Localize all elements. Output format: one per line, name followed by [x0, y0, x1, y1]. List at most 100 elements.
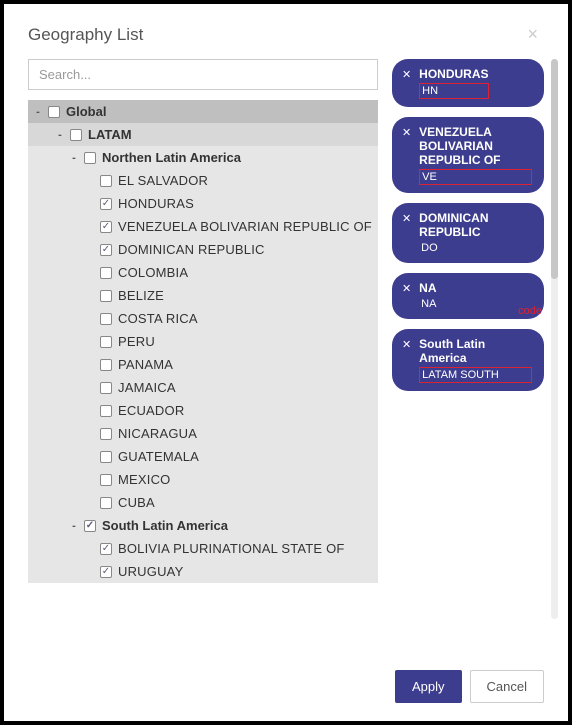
tree-node-group[interactable]: - South Latin America	[28, 514, 378, 537]
checkbox[interactable]	[100, 428, 112, 440]
tree-node-item[interactable]: MEXICO	[28, 468, 378, 491]
tree-label: Global	[66, 104, 106, 119]
scrollbar-track[interactable]	[551, 59, 558, 619]
tree-label: EL SALVADOR	[118, 173, 208, 188]
checkbox[interactable]	[100, 267, 112, 279]
checkbox[interactable]	[100, 543, 112, 555]
checkbox[interactable]	[100, 566, 112, 578]
checkbox[interactable]	[100, 359, 112, 371]
tree-node-item[interactable]: PERU	[28, 330, 378, 353]
chip-body: NA NA	[419, 281, 438, 311]
tree-node-item[interactable]: BOLIVIA PLURINATIONAL STATE OF	[28, 537, 378, 560]
checkbox[interactable]	[70, 129, 82, 141]
tree-label: LATAM	[88, 127, 132, 142]
tree-node-item[interactable]: URUGUAY	[28, 560, 378, 583]
remove-icon[interactable]: ✕	[402, 67, 411, 82]
collapse-icon[interactable]: -	[34, 106, 42, 118]
modal-title: Geography List	[28, 25, 143, 45]
chip-body: South Latin America LATAM SOUTH	[419, 337, 532, 383]
tree-node-item[interactable]: PANAMA	[28, 353, 378, 376]
tree-label: PERU	[118, 334, 155, 349]
collapse-icon[interactable]: -	[70, 152, 78, 164]
chip-name: HONDURAS	[419, 67, 488, 81]
tree-label: DOMINICAN REPUBLIC	[118, 242, 265, 257]
apply-button[interactable]: Apply	[395, 670, 462, 703]
tree-label: PANAMA	[118, 357, 173, 372]
remove-icon[interactable]: ✕	[402, 125, 411, 140]
chip-body: VENEZUELA BOLIVARIAN REPUBLIC OF VE	[419, 125, 532, 185]
tree-node-global[interactable]: - Global	[28, 100, 378, 123]
scrollbar-thumb[interactable]	[551, 59, 558, 279]
tree-label: NICARAGUA	[118, 426, 197, 441]
tree-label: JAMAICA	[118, 380, 176, 395]
tree-label: VENEZUELA BOLIVARIAN REPUBLIC OF	[118, 219, 372, 234]
cancel-button[interactable]: Cancel	[470, 670, 544, 703]
tree-label: COLOMBIA	[118, 265, 188, 280]
checkbox[interactable]	[100, 198, 112, 210]
tree-label: MEXICO	[118, 472, 170, 487]
checkbox[interactable]	[100, 474, 112, 486]
search-input[interactable]	[28, 59, 378, 90]
tree-label: COSTA RICA	[118, 311, 198, 326]
checkbox[interactable]	[100, 290, 112, 302]
collapse-icon[interactable]: -	[56, 129, 64, 141]
checkbox[interactable]	[84, 520, 96, 532]
remove-icon[interactable]: ✕	[402, 337, 411, 352]
remove-icon[interactable]: ✕	[402, 281, 411, 296]
checkbox[interactable]	[100, 382, 112, 394]
chip-code: VE	[419, 169, 532, 185]
tree-node-item[interactable]: ECUADOR	[28, 399, 378, 422]
tree-node-item[interactable]: COLOMBIA	[28, 261, 378, 284]
checkbox[interactable]	[100, 175, 112, 187]
chip-name: VENEZUELA BOLIVARIAN REPUBLIC OF	[419, 125, 532, 167]
checkbox[interactable]	[100, 451, 112, 463]
modal-footer: Apply Cancel	[4, 652, 568, 721]
close-icon[interactable]: ×	[521, 22, 544, 47]
tree-label: Northen Latin America	[102, 150, 241, 165]
chip-code: LATAM SOUTH	[419, 367, 532, 383]
collapse-icon[interactable]: -	[70, 520, 78, 532]
selected-chip: ✕ HONDURAS HN	[392, 59, 544, 107]
checkbox[interactable]	[100, 497, 112, 509]
tree-label: BOLIVIA PLURINATIONAL STATE OF	[118, 541, 345, 556]
tree-node-item[interactable]: JAMAICA	[28, 376, 378, 399]
tree-node-item[interactable]: HONDURAS	[28, 192, 378, 215]
tree-label: GUATEMALA	[118, 449, 199, 464]
tree-node-item[interactable]: VENEZUELA BOLIVARIAN REPUBLIC OF	[28, 215, 378, 238]
checkbox[interactable]	[100, 405, 112, 417]
tree-node-latam[interactable]: - LATAM	[28, 123, 378, 146]
chip-code: NA	[419, 297, 438, 311]
annotation-code: code	[518, 305, 542, 317]
chip-name: DOMINICAN REPUBLIC	[419, 211, 532, 239]
chip-name: South Latin America	[419, 337, 532, 365]
chip-code: DO	[419, 241, 532, 255]
remove-icon[interactable]: ✕	[402, 211, 411, 226]
checkbox[interactable]	[100, 244, 112, 256]
tree-node-item[interactable]: NICARAGUA	[28, 422, 378, 445]
modal-header: Geography List ×	[4, 4, 568, 59]
tree-label: URUGUAY	[118, 564, 183, 579]
tree-node-item[interactable]: EL SALVADOR	[28, 169, 378, 192]
tree-label: ECUADOR	[118, 403, 184, 418]
tree-node-item[interactable]: COSTA RICA	[28, 307, 378, 330]
modal-body: -Global-LATAM-Northen Latin AmericaEL SA…	[4, 59, 568, 619]
selected-chips-panel: ✕ HONDURAS HN ✕ VENEZUELA BOLIVARIAN REP…	[392, 59, 544, 619]
tree-node-item[interactable]: DOMINICAN REPUBLIC	[28, 238, 378, 261]
checkbox[interactable]	[84, 152, 96, 164]
tree-node-item[interactable]: BELIZE	[28, 284, 378, 307]
checkbox[interactable]	[48, 106, 60, 118]
tree-node-item[interactable]: GUATEMALA	[28, 445, 378, 468]
checkbox[interactable]	[100, 313, 112, 325]
tree-label: HONDURAS	[118, 196, 194, 211]
geography-tree[interactable]: -Global-LATAM-Northen Latin AmericaEL SA…	[28, 100, 378, 619]
chip-body: DOMINICAN REPUBLIC DO	[419, 211, 532, 255]
chip-body: HONDURAS HN	[419, 67, 488, 99]
tree-node-group[interactable]: - Northen Latin America	[28, 146, 378, 169]
checkbox[interactable]	[100, 336, 112, 348]
tree-label: South Latin America	[102, 518, 228, 533]
tree-label: BELIZE	[118, 288, 164, 303]
selected-chip: ✕ DOMINICAN REPUBLIC DO	[392, 203, 544, 263]
checkbox[interactable]	[100, 221, 112, 233]
left-panel: -Global-LATAM-Northen Latin AmericaEL SA…	[28, 59, 378, 619]
tree-node-item[interactable]: CUBA	[28, 491, 378, 514]
